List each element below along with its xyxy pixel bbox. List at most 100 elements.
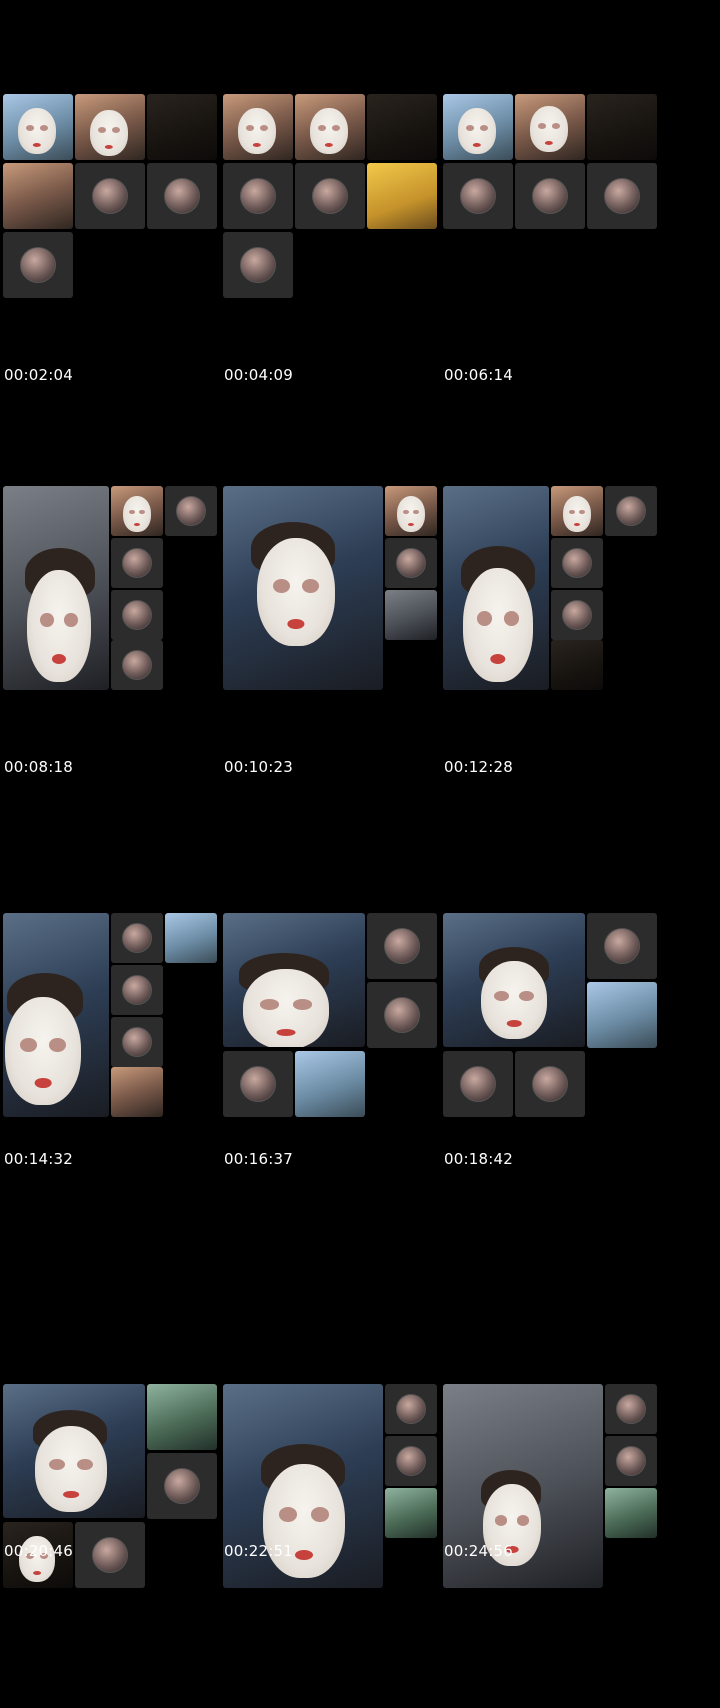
- participant-video[interactable]: [515, 94, 585, 160]
- frame-9: 00:18:42: [440, 854, 680, 1281]
- participant-avatar-tile[interactable]: [111, 640, 163, 690]
- participant-video[interactable]: [385, 590, 437, 640]
- participant-video[interactable]: [223, 94, 293, 160]
- participant-avatar-tile[interactable]: [111, 590, 163, 640]
- profile-avatar-icon: [240, 1066, 276, 1102]
- participant-video[interactable]: [295, 94, 365, 160]
- participant-avatar-tile[interactable]: [165, 486, 217, 536]
- timestamp-label: 00:06:14: [444, 366, 513, 384]
- profile-avatar-icon: [384, 928, 420, 964]
- call-screenshot: [223, 94, 460, 304]
- call-screenshot: [443, 94, 680, 304]
- participant-video[interactable]: [3, 94, 73, 160]
- participant-video[interactable]: [367, 163, 437, 229]
- participant-video[interactable]: [551, 640, 603, 690]
- timestamp-label: 00:20:46: [4, 1542, 73, 1560]
- participant-avatar-tile[interactable]: [443, 1051, 513, 1117]
- participant-avatar-tile[interactable]: [587, 913, 657, 979]
- participant-avatar-tile[interactable]: [385, 538, 437, 588]
- participant-video[interactable]: [443, 94, 513, 160]
- main-participant-video[interactable]: [443, 486, 549, 690]
- participant-avatar-tile[interactable]: [551, 538, 603, 588]
- participant-avatar-tile[interactable]: [385, 1436, 437, 1486]
- frame-11: 00:22:51: [220, 1281, 460, 1708]
- call-screenshot: [223, 486, 460, 692]
- participant-avatar-tile[interactable]: [605, 1436, 657, 1486]
- participant-avatar-tile[interactable]: [223, 163, 293, 229]
- profile-avatar-icon: [604, 928, 640, 964]
- frame-7: 00:14:32: [0, 854, 240, 1281]
- participant-video[interactable]: [295, 1051, 365, 1117]
- profile-avatar-icon: [92, 1537, 128, 1573]
- call-screenshot: [3, 94, 240, 304]
- profile-avatar-icon: [176, 496, 206, 526]
- participant-video[interactable]: [75, 94, 145, 160]
- participant-avatar-tile[interactable]: [147, 1453, 217, 1519]
- participant-avatar-tile[interactable]: [551, 590, 603, 640]
- participant-video[interactable]: [605, 1488, 657, 1538]
- main-participant-video[interactable]: [223, 486, 383, 690]
- participant-avatar-tile[interactable]: [587, 163, 657, 229]
- participant-video[interactable]: [3, 163, 73, 229]
- participant-avatar-tile[interactable]: [605, 1384, 657, 1434]
- main-participant-video[interactable]: [3, 1384, 145, 1518]
- frame-2: 00:04:09: [220, 0, 460, 427]
- participant-video[interactable]: [147, 1384, 217, 1450]
- frame-12: 00:24:56: [440, 1281, 680, 1708]
- timestamp-label: 00:16:37: [224, 1150, 293, 1168]
- participant-avatar-tile[interactable]: [367, 982, 437, 1048]
- participant-video[interactable]: [587, 982, 657, 1048]
- participant-avatar-tile[interactable]: [367, 913, 437, 979]
- participant-avatar-tile[interactable]: [3, 232, 73, 298]
- frame-1: 00:02:04: [0, 0, 240, 427]
- frame-6: 00:12:28: [440, 427, 680, 854]
- profile-avatar-icon: [562, 600, 592, 630]
- frame-10: 00:20:46: [0, 1281, 240, 1708]
- participant-video[interactable]: [111, 1067, 163, 1117]
- participant-avatar-tile[interactable]: [223, 1051, 293, 1117]
- main-participant-video[interactable]: [223, 913, 365, 1047]
- participant-video[interactable]: [385, 486, 437, 536]
- participant-avatar-tile[interactable]: [295, 163, 365, 229]
- profile-avatar-icon: [240, 247, 276, 283]
- profile-avatar-icon: [460, 1066, 496, 1102]
- timestamp-label: 00:22:51: [224, 1542, 293, 1560]
- participant-avatar-tile[interactable]: [75, 163, 145, 229]
- participant-avatar-tile[interactable]: [443, 163, 513, 229]
- profile-avatar-icon: [122, 548, 152, 578]
- frame-5: 00:10:23: [220, 427, 460, 854]
- profile-avatar-icon: [604, 178, 640, 214]
- timestamp-label: 00:02:04: [4, 366, 73, 384]
- participant-video[interactable]: [385, 1488, 437, 1538]
- participant-avatar-tile[interactable]: [111, 913, 163, 963]
- participant-avatar-tile[interactable]: [111, 1017, 163, 1067]
- participant-video[interactable]: [165, 913, 217, 963]
- participant-video[interactable]: [551, 486, 603, 536]
- participant-avatar-tile[interactable]: [605, 486, 657, 536]
- participant-avatar-tile[interactable]: [515, 163, 585, 229]
- participant-avatar-tile[interactable]: [147, 163, 217, 229]
- participant-avatar-tile[interactable]: [223, 232, 293, 298]
- call-screenshot: [443, 486, 680, 692]
- frame-4: 00:08:18: [0, 427, 240, 854]
- participant-avatar-tile[interactable]: [111, 965, 163, 1015]
- call-screenshot: [3, 486, 240, 692]
- main-participant-video[interactable]: [3, 913, 109, 1117]
- participant-avatar-tile[interactable]: [75, 1522, 145, 1588]
- profile-avatar-icon: [122, 975, 152, 1005]
- participant-video[interactable]: [367, 94, 437, 160]
- main-participant-video[interactable]: [3, 486, 109, 690]
- participant-avatar-tile[interactable]: [515, 1051, 585, 1117]
- participant-avatar-tile[interactable]: [385, 1384, 437, 1434]
- participant-video[interactable]: [111, 486, 163, 536]
- profile-avatar-icon: [460, 178, 496, 214]
- main-participant-video[interactable]: [443, 913, 585, 1047]
- profile-avatar-icon: [122, 650, 152, 680]
- call-screenshot: [223, 913, 460, 1119]
- profile-avatar-icon: [396, 1446, 426, 1476]
- participant-avatar-tile[interactable]: [111, 538, 163, 588]
- participant-video[interactable]: [587, 94, 657, 160]
- timestamp-label: 00:14:32: [4, 1150, 73, 1168]
- profile-avatar-icon: [616, 496, 646, 526]
- participant-video[interactable]: [147, 94, 217, 160]
